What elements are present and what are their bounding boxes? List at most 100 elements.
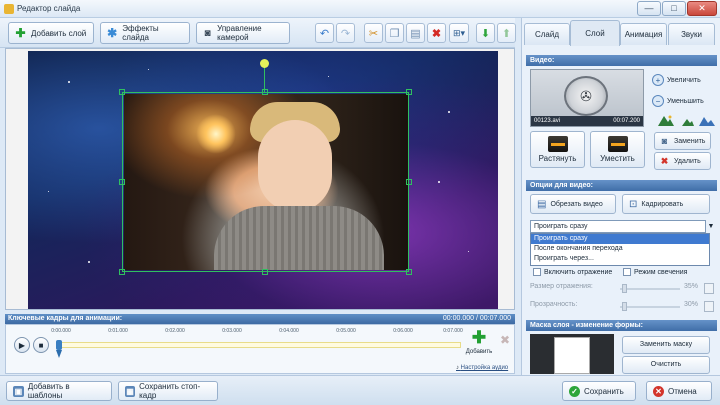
mask-shape	[554, 337, 590, 374]
dropdown-option[interactable]: После окончания перехода	[531, 244, 709, 254]
slide-canvas[interactable]	[28, 51, 498, 309]
video-preview[interactable]: ✇ 00123.avi 00:07.200	[530, 69, 644, 127]
delete-video-button[interactable]: ✖ Удалить	[654, 152, 711, 170]
fit-menu-button[interactable]: ⊞▾	[449, 23, 469, 43]
tick-label: 0:04.000	[279, 328, 299, 334]
keyframe-track[interactable]	[61, 342, 461, 348]
mountain-large-icon[interactable]	[658, 114, 674, 126]
reflection-checkbox[interactable]: Включить отражение	[533, 268, 612, 276]
resize-handle-tr[interactable]	[406, 89, 412, 95]
clear-mask-button[interactable]: Очистить	[622, 356, 710, 374]
mask-preview[interactable]	[530, 334, 614, 374]
stretch-button[interactable]: Растянуть	[530, 131, 585, 168]
resize-handle-tl[interactable]	[119, 89, 125, 95]
play-icon: ▶	[18, 340, 26, 350]
play-mode-dropdown: Проиграть сразу После окончания перехода…	[530, 233, 710, 266]
resize-handle-r[interactable]	[406, 179, 412, 185]
title-bar: Редактор слайда — □ ✕	[0, 0, 720, 18]
copy-button[interactable]: ❐	[385, 23, 404, 43]
layer-selection-box[interactable]	[122, 92, 409, 272]
play-button[interactable]: ▶	[14, 337, 30, 353]
stop-button[interactable]: ■	[33, 337, 49, 353]
slider-thumb[interactable]	[622, 302, 627, 311]
tab-sounds[interactable]: Звуки	[668, 23, 715, 45]
add-to-templates-label: Добавить в шаблоны	[27, 382, 70, 400]
add-layer-button[interactable]: ✚ Добавить слой	[8, 22, 94, 44]
slider-thumb[interactable]	[622, 284, 627, 293]
maximize-button[interactable]: □	[662, 1, 686, 16]
chevron-down-icon[interactable]: ▼	[706, 220, 716, 233]
play-mode-select[interactable]: Проиграть сразу	[530, 220, 706, 233]
stretch-label: Растянуть	[538, 154, 577, 163]
checkmark-icon: ✓	[569, 385, 580, 397]
close-window-button[interactable]: ✕	[687, 1, 717, 16]
star	[468, 251, 469, 252]
trim-video-button[interactable]: ▤ Обрезать видео	[530, 194, 616, 214]
save-button[interactable]: ✓ Сохранить	[562, 381, 636, 401]
spin-button[interactable]	[704, 301, 714, 312]
keyframe-marker[interactable]	[56, 340, 62, 362]
replace-mask-button[interactable]: Заменить маску	[622, 336, 710, 354]
film-reel-icon: ✇	[564, 76, 608, 116]
audio-settings-link[interactable]: ♪ Настройка аудио	[456, 365, 508, 371]
camera-control-button[interactable]: ◙ Управление камерой	[196, 22, 290, 44]
tab-layer[interactable]: Слой	[570, 20, 620, 46]
sparkle-icon: ✱	[107, 26, 118, 40]
minimize-button[interactable]: —	[637, 1, 661, 16]
video-section-header: Видео:	[526, 55, 717, 66]
cancel-button[interactable]: ✕ Отмена	[646, 381, 712, 401]
resize-handle-br[interactable]	[406, 269, 412, 275]
spin-button[interactable]	[704, 283, 714, 294]
increase-button[interactable]: + Увеличить	[652, 74, 701, 86]
save-frame-button[interactable]: ▦ Сохранить стоп-кадр	[118, 381, 218, 401]
video-filename: 00123.avi	[534, 118, 561, 124]
transparency-row: Прозрачность: 30%	[530, 301, 715, 313]
checkbox-box	[533, 268, 541, 276]
add-keyframe-button[interactable]: ✚ Добавить	[464, 329, 494, 355]
star	[68, 81, 70, 83]
panel-tabs: Слайд Слой Анимация Звуки	[522, 20, 720, 46]
keyframe-pin	[56, 340, 62, 350]
fit-button[interactable]: Уместить	[590, 131, 645, 168]
scissors-icon: ✂	[368, 27, 379, 40]
slider-track[interactable]	[620, 288, 680, 290]
tick-label: 0:00.000	[51, 328, 71, 334]
dropdown-option[interactable]: Проиграть сразу	[531, 234, 709, 244]
glow-checkbox[interactable]: Режим свечения	[623, 268, 687, 276]
redo-button[interactable]: ↷	[336, 23, 355, 43]
increase-label: Увеличить	[667, 76, 701, 84]
tab-slide[interactable]: Слайд	[524, 23, 570, 45]
rotation-handle[interactable]	[260, 59, 269, 68]
video-options-header: Опции для видео:	[526, 180, 717, 191]
resize-handle-t[interactable]	[262, 89, 268, 95]
cut-button[interactable]: ✂	[364, 23, 383, 43]
save-label: Сохранить	[584, 386, 624, 396]
resize-handle-bl[interactable]	[119, 269, 125, 275]
move-down-button[interactable]: ⬇	[476, 23, 495, 43]
add-keyframe-label: Добавить	[465, 349, 493, 355]
delete-button[interactable]: ✖	[427, 23, 446, 43]
mountain-fill-icon[interactable]	[699, 114, 715, 126]
decrease-button[interactable]: − Уменьшить	[652, 95, 704, 107]
crop-button[interactable]: ⊡ Кадрировать	[622, 194, 710, 214]
move-up-button[interactable]: ⬆	[497, 23, 516, 43]
slider-track[interactable]	[620, 306, 680, 308]
add-to-templates-button[interactable]: ▣ Добавить в шаблоны	[6, 381, 112, 401]
zoom-in-icon: +	[652, 74, 664, 86]
dropdown-option[interactable]: Проиграть через...	[531, 254, 709, 264]
resize-handle-b[interactable]	[262, 269, 268, 275]
slide-effects-button[interactable]: ✱ Эффекты слайда	[100, 22, 190, 44]
tab-animation[interactable]: Анимация	[620, 23, 667, 45]
undo-button[interactable]: ↶	[315, 23, 334, 43]
paste-button[interactable]: ▤	[406, 23, 425, 43]
fit-image-icon	[607, 136, 628, 152]
tick-label: 0:05.000	[336, 328, 356, 334]
arrow-down-icon: ⬇	[480, 27, 491, 40]
mask-section-header: Маска слоя - изменение формы:	[526, 320, 717, 331]
mountain-small-icon[interactable]	[680, 114, 696, 126]
replace-button[interactable]: ◙ Заменить	[654, 132, 711, 150]
delete-keyframe-button[interactable]: ✖	[500, 333, 512, 347]
zoom-out-icon: −	[652, 95, 664, 107]
resize-handle-l[interactable]	[119, 179, 125, 185]
replace-label: Заменить	[674, 137, 706, 145]
